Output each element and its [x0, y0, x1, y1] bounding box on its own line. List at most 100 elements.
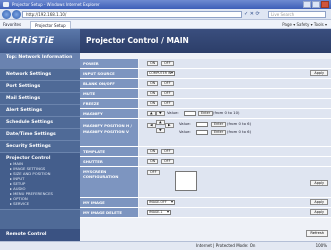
position-v-enter-button[interactable]: Enter: [211, 130, 227, 135]
row-template: TEMPLATE ON OFF: [80, 147, 331, 157]
refresh-button[interactable]: Refresh: [306, 230, 328, 237]
row-label: INPUT SOURCE: [80, 69, 138, 78]
back-icon[interactable]: [2, 10, 11, 19]
freeze-on-button[interactable]: ON: [147, 101, 159, 106]
position-h-enter-button[interactable]: Enter: [211, 122, 227, 127]
magnify-value-input[interactable]: [184, 111, 196, 116]
row-label: BLANK ON/OFF: [80, 79, 138, 88]
sidebar-item-network-information[interactable]: Top: Network Information: [0, 53, 80, 69]
sidebar-item-security-settings[interactable]: Security Settings: [0, 141, 80, 153]
position-v-range-text: (from 0 to 6): [227, 129, 252, 134]
position-down-button[interactable]: ▼: [156, 128, 165, 133]
position-left-button[interactable]: ◀: [147, 123, 156, 128]
row-label: MUTE: [80, 89, 138, 98]
blank-off-button[interactable]: OFF: [161, 81, 174, 86]
zoom-level[interactable]: 100%: [316, 242, 327, 250]
sidebar-item-alert-settings[interactable]: Alert Settings: [0, 105, 80, 117]
page-title: Projector Control / MAIN: [80, 29, 331, 53]
row-magnify-position: MAGNIFY POSITION H / MAGNIFY POSITION V …: [80, 119, 331, 147]
address-toolbar: http://192.168.1.10/ ✓ ✕ ⟳ Live Search: [0, 9, 331, 20]
magnify-down-button[interactable]: ▼: [156, 111, 165, 116]
tab-projector-setup[interactable]: Projector Setup: [30, 21, 71, 29]
position-right-button[interactable]: ▶: [165, 123, 174, 128]
row-mute: MUTE ON OFF: [80, 89, 331, 99]
blank-on-button[interactable]: ON: [147, 81, 159, 86]
minimize-button[interactable]: [303, 1, 311, 8]
row-my-image: MY IMAGE IMAGE-OFF Apply: [80, 198, 331, 208]
settings-table: POWER ON OFF INPUT SOURCE COMPUTER IN Ap…: [80, 59, 331, 218]
window-title: Projector Setup - Windows Internet Explo…: [12, 2, 100, 7]
sidebar-item-schedule-settings[interactable]: Schedule Settings: [0, 117, 80, 129]
favorites-button[interactable]: Favorites: [3, 20, 21, 29]
row-label: MY IMAGE DELETE: [80, 208, 138, 217]
row-blank: BLANK ON/OFF ON OFF: [80, 79, 331, 89]
magnify-range-text: (from 0 to 10): [213, 110, 240, 115]
magnify-value-label: Value:: [167, 110, 179, 115]
security-zone: Internet | Protected Mode: On: [196, 243, 256, 248]
input-source-select[interactable]: COMPUTER IN: [147, 71, 175, 76]
magnify-up-button[interactable]: ▲: [147, 111, 156, 116]
browser-window: Projector Setup - Windows Internet Explo…: [0, 0, 331, 250]
position-up-button[interactable]: ▲: [156, 120, 165, 125]
sidebar: CHRiSTiE Top: Network Information Networ…: [0, 29, 80, 241]
title-bar: Projector Setup - Windows Internet Explo…: [0, 0, 331, 9]
position-h-range-text: (from 0 to 6): [227, 121, 252, 126]
magnify-enter-button[interactable]: Enter: [198, 111, 214, 116]
input-source-apply-button[interactable]: Apply: [310, 70, 328, 76]
subitem-service[interactable]: ▸ SERVICE: [6, 201, 80, 206]
main-panel: Projector Control / MAIN POWER ON OFF IN…: [80, 29, 331, 241]
power-off-button[interactable]: OFF: [161, 61, 174, 66]
shutter-on-button[interactable]: ON: [147, 159, 159, 164]
row-label: POWER: [80, 59, 138, 68]
row-magnify: MAGNIFY ▲ ▼ Value: Enter (from 0 to 10): [80, 109, 331, 119]
template-on-button[interactable]: ON: [147, 149, 159, 154]
row-shutter: SHUTTER ON OFF: [80, 157, 331, 167]
my-image-select[interactable]: IMAGE-OFF: [147, 200, 175, 205]
myscreen-apply-button[interactable]: Apply: [310, 180, 328, 186]
freeze-off-button[interactable]: OFF: [161, 101, 174, 106]
template-off-button[interactable]: OFF: [161, 149, 174, 154]
forward-icon[interactable]: [12, 10, 21, 19]
page-content: CHRiSTiE Top: Network Information Networ…: [0, 29, 331, 241]
refresh-stop-icons[interactable]: ✓ ✕ ⟳: [244, 11, 260, 18]
mute-off-button[interactable]: OFF: [161, 91, 174, 96]
search-input[interactable]: Live Search: [268, 11, 326, 18]
myscreen-off-button[interactable]: OFF: [147, 170, 160, 175]
position-v-input[interactable]: [196, 130, 208, 135]
window-controls: [303, 1, 329, 8]
address-field[interactable]: http://192.168.1.10/: [22, 11, 242, 18]
command-bar[interactable]: Page ▾ Safety ▾ Tools ▾: [282, 20, 327, 29]
mute-on-button[interactable]: ON: [147, 91, 159, 96]
row-label: MY IMAGE: [80, 198, 138, 207]
row-label: MAGNIFY POSITION H / MAGNIFY POSITION V: [80, 119, 138, 146]
sidebar-item-port-settings[interactable]: Port Settings: [0, 81, 80, 93]
sidebar-item-remote-control[interactable]: Remote Control: [0, 229, 80, 241]
row-label: MAGNIFY: [80, 109, 138, 118]
row-label: FREEZE: [80, 99, 138, 108]
sidebar-item-projector-control[interactable]: Projector Control ▸ MAIN ▸ IMAGE SETTING…: [0, 153, 80, 211]
sidebar-item-network-settings[interactable]: Network Settings: [0, 69, 80, 81]
row-label: TEMPLATE: [80, 147, 138, 156]
position-v-value-label: Value:: [179, 129, 191, 134]
status-bar: Internet | Protected Mode: On 100%: [0, 241, 331, 250]
sidebar-item-mail-settings[interactable]: Mail Settings: [0, 93, 80, 105]
sidebar-item-datetime-settings[interactable]: Date/Time Settings: [0, 129, 80, 141]
row-power: POWER ON OFF: [80, 59, 331, 69]
brand-logo: CHRiSTiE: [0, 29, 80, 53]
favorites-bar: Favorites Projector Setup Page ▾ Safety …: [0, 20, 331, 29]
my-image-delete-select[interactable]: IMAGE-1: [147, 210, 171, 215]
close-button[interactable]: [321, 1, 329, 8]
my-image-apply-button[interactable]: Apply: [310, 199, 328, 205]
myscreen-preview: [175, 171, 197, 191]
my-image-delete-apply-button[interactable]: Apply: [310, 209, 328, 215]
row-freeze: FREEZE ON OFF: [80, 99, 331, 109]
row-label: MYSCREEN CONFIGURATION: [80, 167, 138, 197]
position-h-value-label: Value:: [179, 121, 191, 126]
shutter-off-button[interactable]: OFF: [161, 159, 174, 164]
row-label: SHUTTER: [80, 157, 138, 166]
maximize-button[interactable]: [312, 1, 320, 8]
power-on-button[interactable]: ON: [147, 61, 159, 66]
row-my-image-delete: MY IMAGE DELETE IMAGE-1 Apply: [80, 208, 331, 218]
ie-icon: [3, 2, 9, 7]
position-h-input[interactable]: [196, 122, 208, 127]
